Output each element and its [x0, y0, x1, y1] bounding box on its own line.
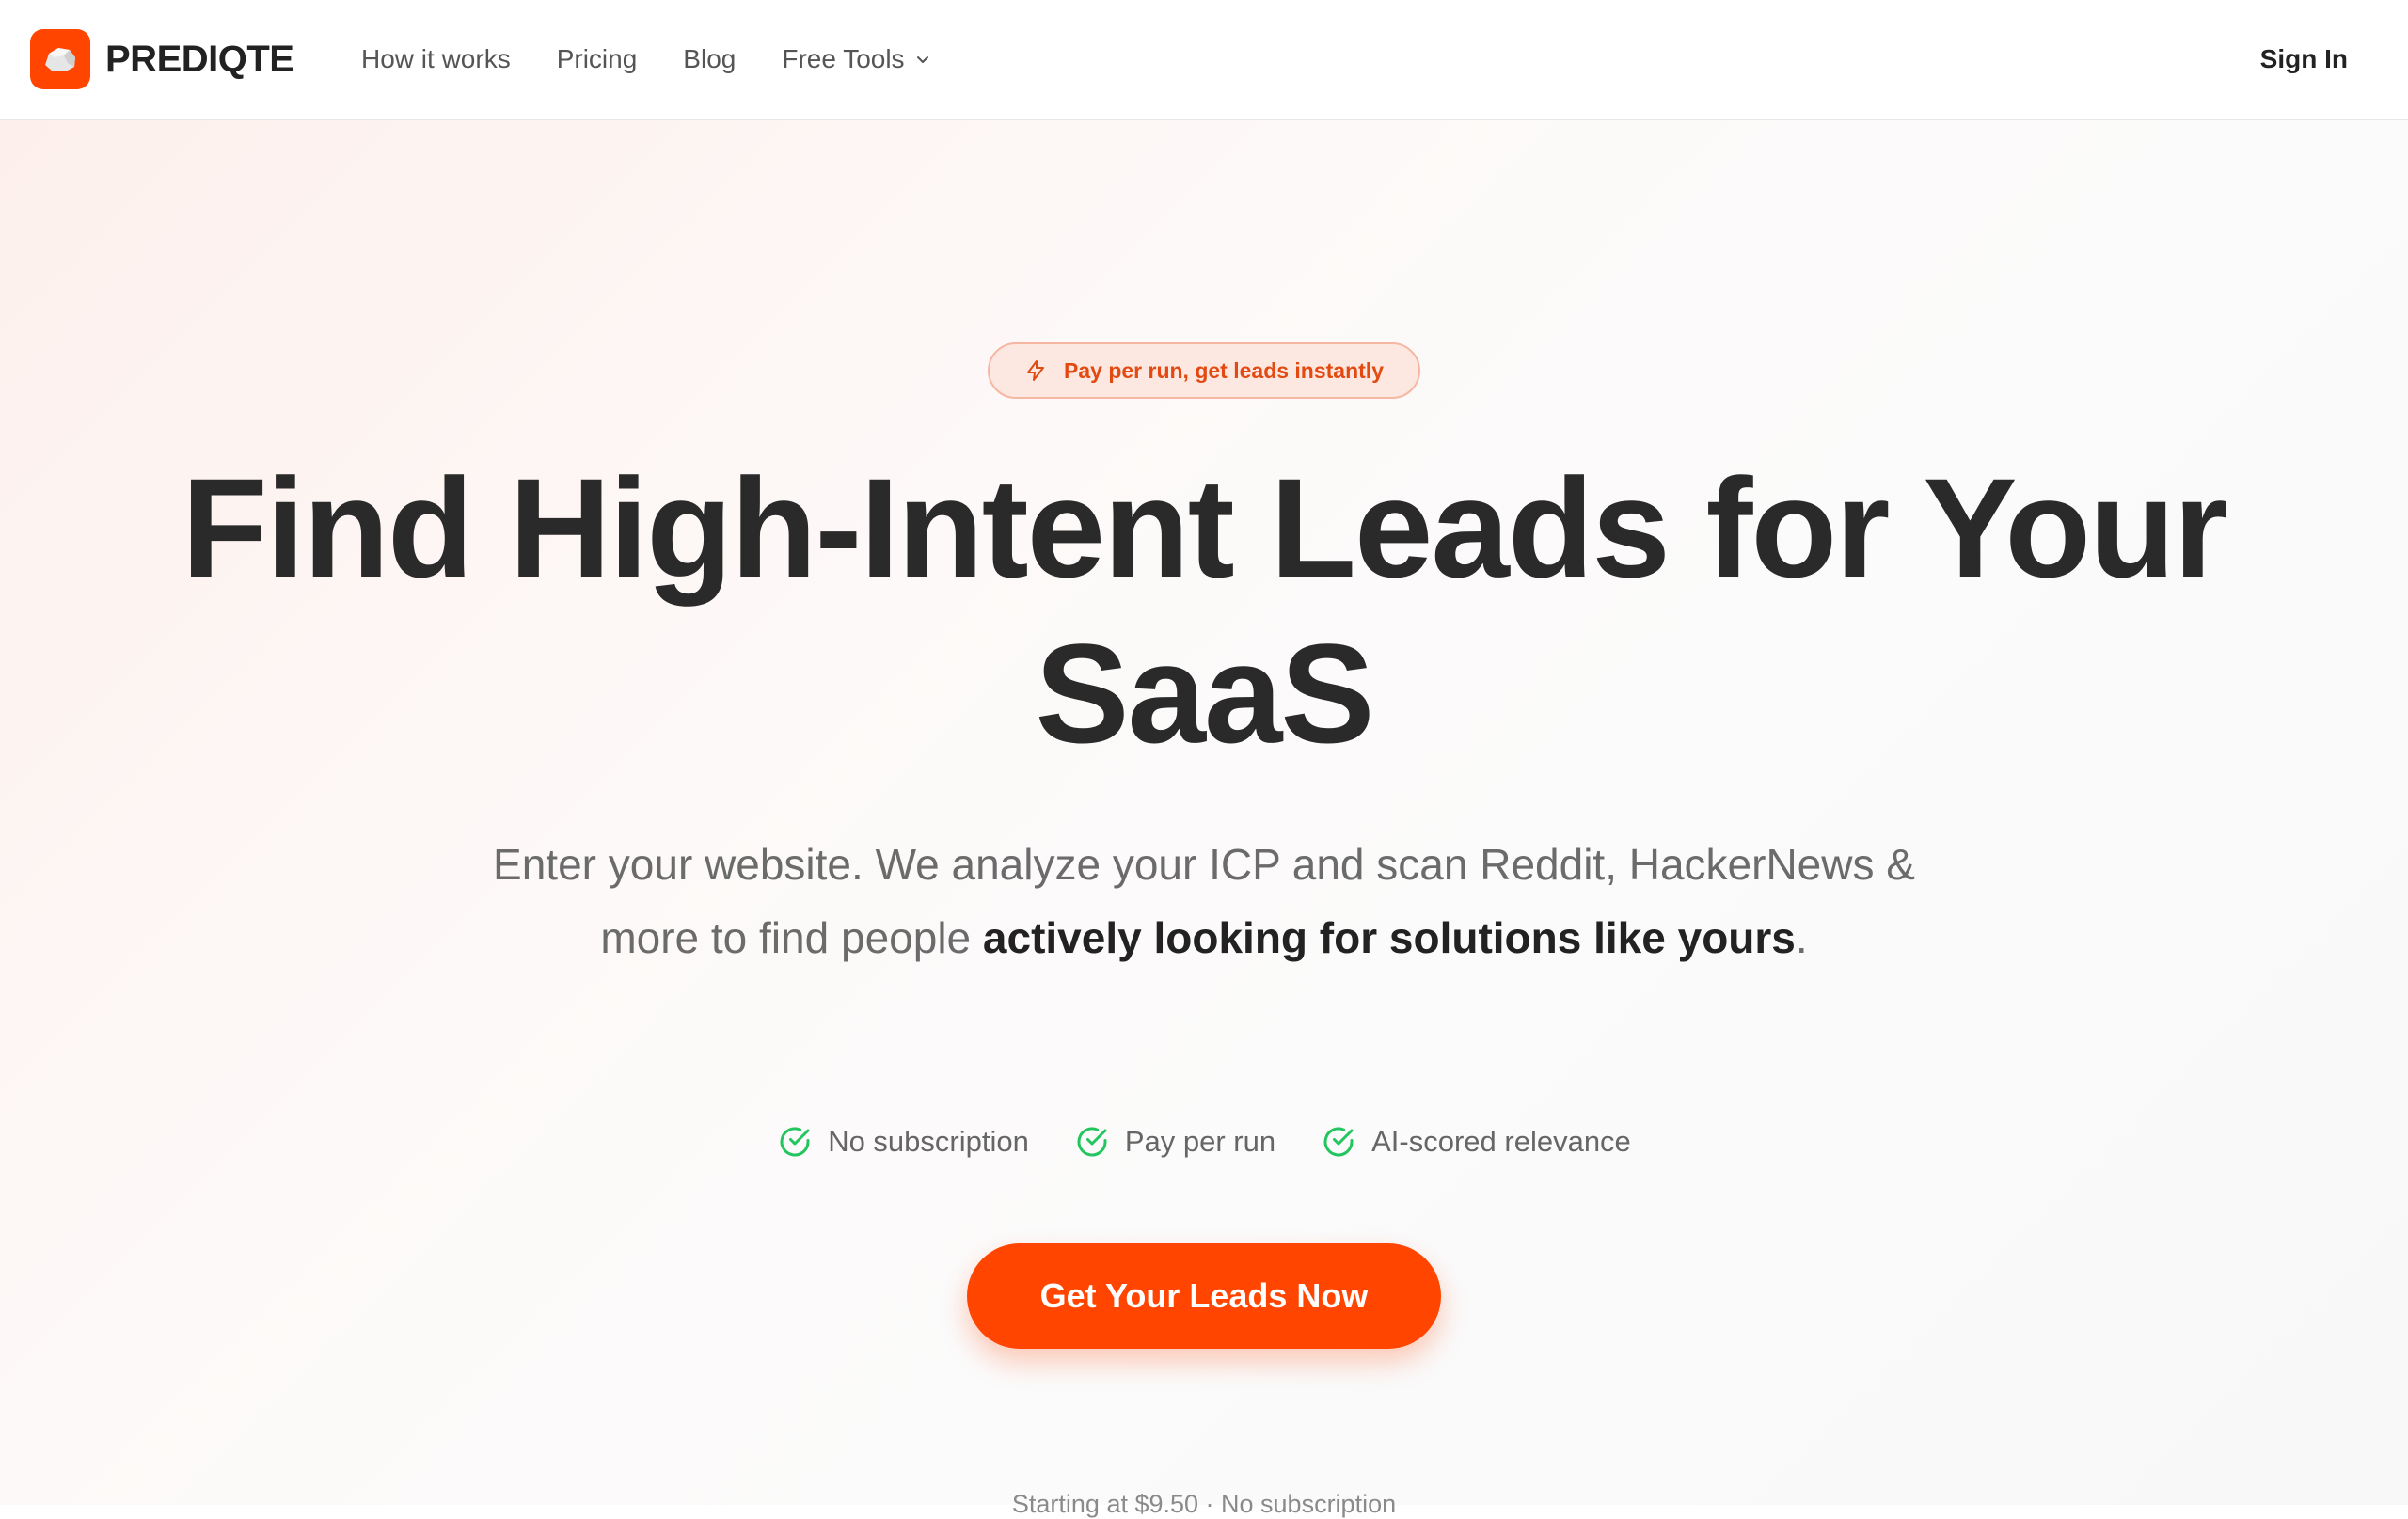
hero-subtext: Enter your website. We analyze your ICP … [452, 828, 1956, 974]
check-circle-icon [1323, 1127, 1354, 1157]
feature-item: Pay per run [1074, 1124, 1275, 1160]
nav-how-it-works[interactable]: How it works [361, 44, 511, 74]
feature-label: Pay per run [1124, 1125, 1276, 1158]
feature-label: No subscription [828, 1125, 1029, 1158]
nav-label: Blog [683, 44, 737, 73]
nav-free-tools-dropdown[interactable]: Free Tools [782, 44, 930, 74]
check-circle-icon [780, 1127, 810, 1157]
nav-pricing[interactable]: Pricing [557, 44, 638, 74]
get-leads-button[interactable]: Get Your Leads Now [967, 1243, 1441, 1349]
feature-list: No subscription Pay per run AI-scored re… [0, 1124, 2408, 1160]
feature-label: AI-scored relevance [1371, 1125, 1631, 1158]
rock-icon [30, 29, 90, 89]
subtext-emphasis: actively looking for solutions like your… [982, 913, 1796, 962]
subtext-end: . [1795, 913, 1808, 962]
promo-badge-text: Pay per run, get leads instantly [1064, 357, 1384, 383]
hero-headline: Find High-Intent Leads for Your SaaS [181, 449, 2228, 772]
chevron-down-icon [916, 56, 928, 63]
brand-name: PREDIQTE [105, 38, 294, 80]
nav-label: Free Tools [782, 44, 905, 73]
nav-blog[interactable]: Blog [683, 44, 736, 74]
nav-label: How it works [361, 44, 511, 73]
site-header: PREDIQTE How it works Pricing Blog Free … [0, 0, 2408, 120]
feature-item: AI-scored relevance [1321, 1124, 1631, 1160]
check-circle-icon [1077, 1127, 1107, 1157]
lightning-icon [1027, 360, 1044, 381]
nav-label: Pricing [556, 44, 638, 73]
promo-badge: Pay per run, get leads instantly [988, 342, 1420, 399]
feature-item: No subscription [777, 1124, 1029, 1160]
brand-logo[interactable]: PREDIQTE [30, 29, 294, 89]
sign-in-link[interactable]: Sign In [2260, 0, 2348, 119]
hero-section: Pay per run, get leads instantly Find Hi… [0, 120, 2408, 1518]
main-nav: How it works Pricing Blog Free Tools [361, 0, 977, 119]
